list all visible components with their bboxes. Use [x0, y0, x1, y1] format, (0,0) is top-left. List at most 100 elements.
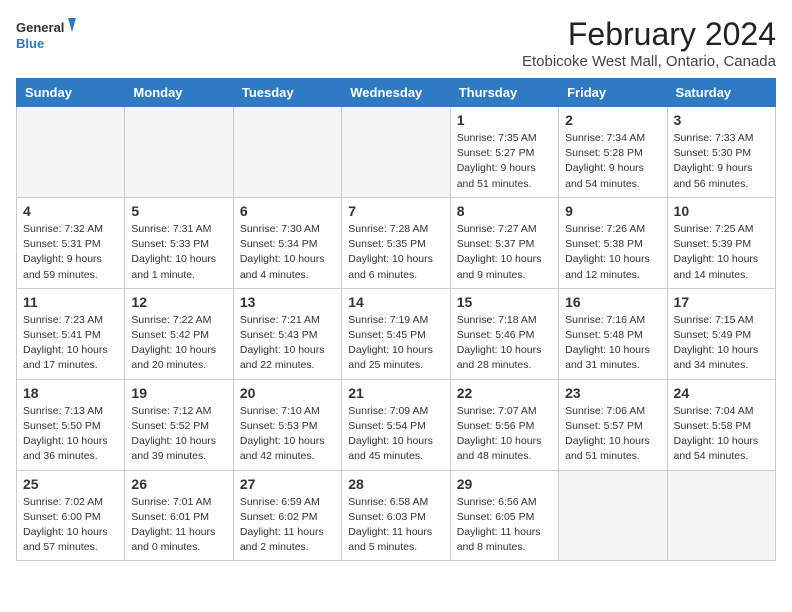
- day-number: 27: [240, 476, 335, 492]
- day-info: Sunrise: 7:04 AM Sunset: 5:58 PM Dayligh…: [674, 404, 769, 465]
- day-info: Sunrise: 7:22 AM Sunset: 5:42 PM Dayligh…: [131, 313, 226, 374]
- day-number: 17: [674, 294, 769, 310]
- day-number: 24: [674, 385, 769, 401]
- day-number: 28: [348, 476, 443, 492]
- day-info: Sunrise: 7:27 AM Sunset: 5:37 PM Dayligh…: [457, 222, 552, 283]
- day-info: Sunrise: 7:34 AM Sunset: 5:28 PM Dayligh…: [565, 131, 660, 192]
- col-header-sunday: Sunday: [17, 79, 125, 107]
- calendar-table: SundayMondayTuesdayWednesdayThursdayFrid…: [16, 78, 776, 561]
- day-info: Sunrise: 7:02 AM Sunset: 6:00 PM Dayligh…: [23, 495, 118, 556]
- day-number: 1: [457, 112, 552, 128]
- day-number: 3: [674, 112, 769, 128]
- day-number: 26: [131, 476, 226, 492]
- day-cell: 27 Sunrise: 6:59 AM Sunset: 6:02 PM Dayli…: [233, 470, 341, 561]
- day-info: Sunrise: 7:13 AM Sunset: 5:50 PM Dayligh…: [23, 404, 118, 465]
- col-header-wednesday: Wednesday: [342, 79, 450, 107]
- day-number: 16: [565, 294, 660, 310]
- day-number: 5: [131, 203, 226, 219]
- day-info: Sunrise: 7:18 AM Sunset: 5:46 PM Dayligh…: [457, 313, 552, 374]
- day-number: 15: [457, 294, 552, 310]
- subtitle: Etobicoke West Mall, Ontario, Canada: [522, 53, 776, 70]
- day-number: 20: [240, 385, 335, 401]
- day-number: 14: [348, 294, 443, 310]
- col-header-tuesday: Tuesday: [233, 79, 341, 107]
- day-info: Sunrise: 7:32 AM Sunset: 5:31 PM Dayligh…: [23, 222, 118, 283]
- day-cell: 18 Sunrise: 7:13 AM Sunset: 5:50 PM Dayli…: [17, 379, 125, 470]
- day-cell: 13 Sunrise: 7:21 AM Sunset: 5:43 PM Dayli…: [233, 288, 341, 379]
- day-number: 2: [565, 112, 660, 128]
- svg-text:General: General: [16, 20, 64, 35]
- day-cell: 21Sunrise: 7:09 AM Sunset: 5:54 PM Dayli…: [342, 379, 450, 470]
- day-cell: 15 Sunrise: 7:18 AM Sunset: 5:46 PM Dayli…: [450, 288, 558, 379]
- main-title: February 2024: [522, 16, 776, 53]
- day-cell: [667, 470, 775, 561]
- day-info: Sunrise: 7:35 AM Sunset: 5:27 PM Dayligh…: [457, 131, 552, 192]
- day-cell: 28 Sunrise: 6:58 AM Sunset: 6:03 PM Dayli…: [342, 470, 450, 561]
- day-info: Sunrise: 6:58 AM Sunset: 6:03 PM Dayligh…: [348, 495, 443, 556]
- day-info: Sunrise: 7:01 AM Sunset: 6:01 PM Dayligh…: [131, 495, 226, 556]
- day-info: Sunrise: 7:19 AM Sunset: 5:45 PM Dayligh…: [348, 313, 443, 374]
- logo: General Blue: [16, 16, 76, 56]
- day-cell: 6 Sunrise: 7:30 AM Sunset: 5:34 PM Daylig…: [233, 197, 341, 288]
- day-cell: 24 Sunrise: 7:04 AM Sunset: 5:58 PM Dayli…: [667, 379, 775, 470]
- day-cell: 10 Sunrise: 7:25 AM Sunset: 5:39 PM Dayli…: [667, 197, 775, 288]
- day-cell: 16Sunrise: 7:16 AM Sunset: 5:48 PM Dayli…: [559, 288, 667, 379]
- day-cell: 23 Sunrise: 7:06 AM Sunset: 5:57 PM Dayli…: [559, 379, 667, 470]
- day-cell: 12 Sunrise: 7:22 AM Sunset: 5:42 PM Dayli…: [125, 288, 233, 379]
- day-cell: [125, 107, 233, 198]
- day-cell: 3 Sunrise: 7:33 AM Sunset: 5:30 PM Daylig…: [667, 107, 775, 198]
- day-info: Sunrise: 7:12 AM Sunset: 5:52 PM Dayligh…: [131, 404, 226, 465]
- day-number: 18: [23, 385, 118, 401]
- day-number: 13: [240, 294, 335, 310]
- week-row-1: 1 Sunrise: 7:35 AM Sunset: 5:27 PM Daylig…: [17, 107, 776, 198]
- week-row-4: 18 Sunrise: 7:13 AM Sunset: 5:50 PM Dayli…: [17, 379, 776, 470]
- day-cell: [233, 107, 341, 198]
- day-info: Sunrise: 7:30 AM Sunset: 5:34 PM Dayligh…: [240, 222, 335, 283]
- day-cell: 8 Sunrise: 7:27 AM Sunset: 5:37 PM Daylig…: [450, 197, 558, 288]
- logo-svg: General Blue: [16, 16, 76, 56]
- svg-text:Blue: Blue: [16, 36, 44, 51]
- day-number: 29: [457, 476, 552, 492]
- day-number: 22: [457, 385, 552, 401]
- day-info: Sunrise: 7:28 AM Sunset: 5:35 PM Dayligh…: [348, 222, 443, 283]
- day-cell: 26 Sunrise: 7:01 AM Sunset: 6:01 PM Dayli…: [125, 470, 233, 561]
- col-header-thursday: Thursday: [450, 79, 558, 107]
- day-number: 10: [674, 203, 769, 219]
- day-cell: 4 Sunrise: 7:32 AM Sunset: 5:31 PM Daylig…: [17, 197, 125, 288]
- day-number: 23: [565, 385, 660, 401]
- calendar-header: SundayMondayTuesdayWednesdayThursdayFrid…: [17, 79, 776, 107]
- day-cell: 25 Sunrise: 7:02 AM Sunset: 6:00 PM Dayli…: [17, 470, 125, 561]
- day-number: 11: [23, 294, 118, 310]
- day-cell: 11Sunrise: 7:23 AM Sunset: 5:41 PM Dayli…: [17, 288, 125, 379]
- day-cell: 5 Sunrise: 7:31 AM Sunset: 5:33 PM Daylig…: [125, 197, 233, 288]
- day-number: 9: [565, 203, 660, 219]
- day-info: Sunrise: 7:26 AM Sunset: 5:38 PM Dayligh…: [565, 222, 660, 283]
- day-number: 12: [131, 294, 226, 310]
- day-info: Sunrise: 6:59 AM Sunset: 6:02 PM Dayligh…: [240, 495, 335, 556]
- day-cell: [559, 470, 667, 561]
- day-cell: [342, 107, 450, 198]
- day-cell: 17Sunrise: 7:15 AM Sunset: 5:49 PM Dayli…: [667, 288, 775, 379]
- col-header-monday: Monday: [125, 79, 233, 107]
- day-number: 21: [348, 385, 443, 401]
- day-info: Sunrise: 7:06 AM Sunset: 5:57 PM Dayligh…: [565, 404, 660, 465]
- day-number: 4: [23, 203, 118, 219]
- title-block: February 2024 Etobicoke West Mall, Ontar…: [522, 16, 776, 70]
- day-number: 6: [240, 203, 335, 219]
- day-info: Sunrise: 6:56 AM Sunset: 6:05 PM Dayligh…: [457, 495, 552, 556]
- day-number: 8: [457, 203, 552, 219]
- day-info: Sunrise: 7:10 AM Sunset: 5:53 PM Dayligh…: [240, 404, 335, 465]
- day-cell: 2 Sunrise: 7:34 AM Sunset: 5:28 PM Daylig…: [559, 107, 667, 198]
- week-row-3: 11Sunrise: 7:23 AM Sunset: 5:41 PM Dayli…: [17, 288, 776, 379]
- day-cell: 9 Sunrise: 7:26 AM Sunset: 5:38 PM Daylig…: [559, 197, 667, 288]
- day-info: Sunrise: 7:21 AM Sunset: 5:43 PM Dayligh…: [240, 313, 335, 374]
- day-cell: 1 Sunrise: 7:35 AM Sunset: 5:27 PM Daylig…: [450, 107, 558, 198]
- day-cell: 7Sunrise: 7:28 AM Sunset: 5:35 PM Daylig…: [342, 197, 450, 288]
- day-cell: 20 Sunrise: 7:10 AM Sunset: 5:53 PM Dayli…: [233, 379, 341, 470]
- day-info: Sunrise: 7:07 AM Sunset: 5:56 PM Dayligh…: [457, 404, 552, 465]
- day-info: Sunrise: 7:31 AM Sunset: 5:33 PM Dayligh…: [131, 222, 226, 283]
- day-info: Sunrise: 7:33 AM Sunset: 5:30 PM Dayligh…: [674, 131, 769, 192]
- day-number: 25: [23, 476, 118, 492]
- day-info: Sunrise: 7:25 AM Sunset: 5:39 PM Dayligh…: [674, 222, 769, 283]
- day-cell: 29 Sunrise: 6:56 AM Sunset: 6:05 PM Dayli…: [450, 470, 558, 561]
